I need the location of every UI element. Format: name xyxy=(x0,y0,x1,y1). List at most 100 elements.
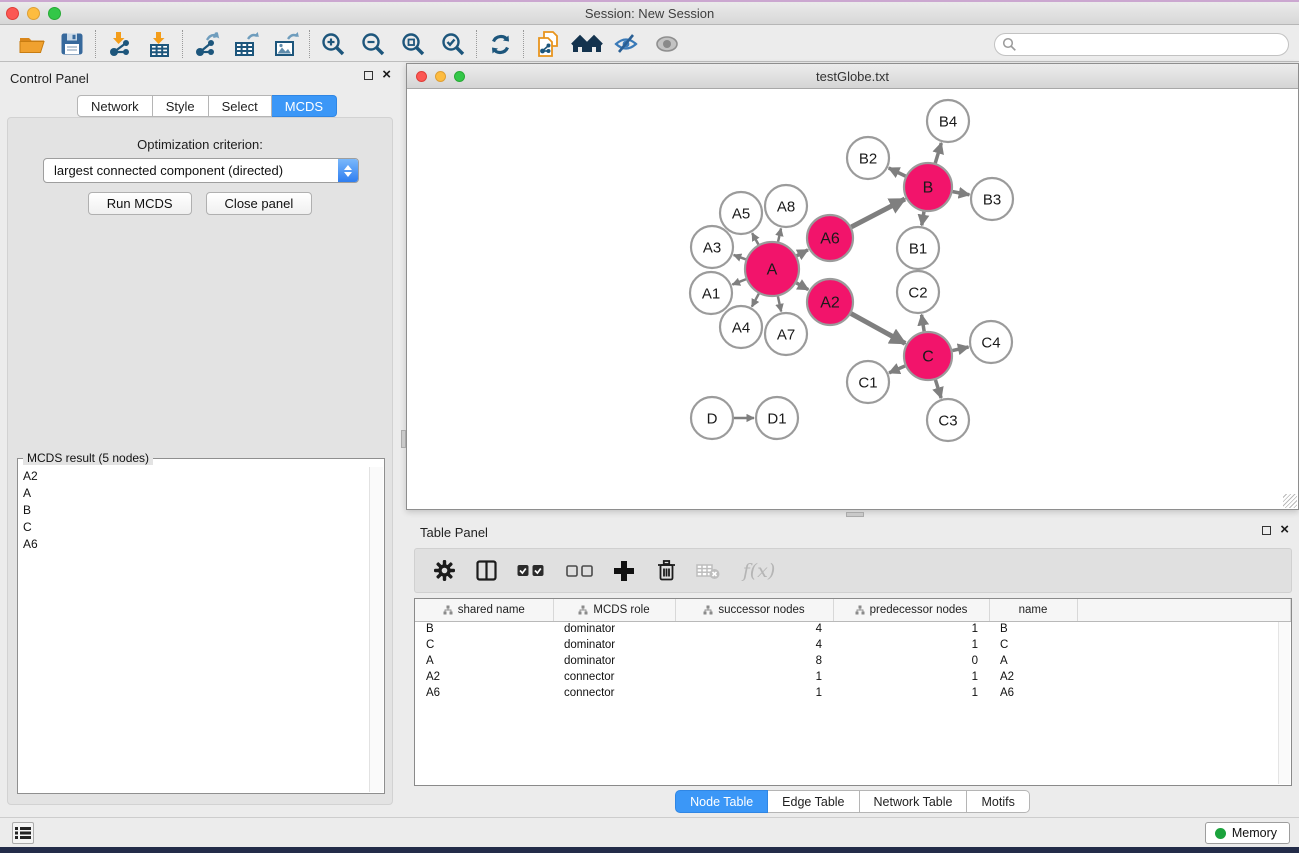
result-list-item[interactable]: B xyxy=(19,501,369,518)
graph-edge-A2-C[interactable] xyxy=(851,314,905,344)
close-panel-button[interactable]: Close panel xyxy=(206,192,313,215)
run-mcds-button[interactable]: Run MCDS xyxy=(88,192,192,215)
graph-edge-A6-B[interactable] xyxy=(851,199,905,227)
close-panel-icon[interactable]: × xyxy=(382,70,391,80)
table-row[interactable]: A6connector11A6 xyxy=(415,685,1291,701)
network-canvas[interactable]: AA1A2A3A4A5A6A7A8BB1B2B3B4CC1C2C3C4DD1 xyxy=(407,89,1298,509)
cell-mcds_role[interactable]: connector xyxy=(553,685,675,701)
function-builder-button[interactable]: f(x) xyxy=(737,558,781,584)
cell-shared_name[interactable]: C xyxy=(415,637,553,653)
table-row[interactable]: Adominator80A xyxy=(415,653,1291,669)
show-columns-button[interactable] xyxy=(473,558,499,584)
tab-style[interactable]: Style xyxy=(153,95,209,117)
graph-edge-C-C3[interactable] xyxy=(935,380,941,398)
first-neighbors-button[interactable] xyxy=(567,29,607,59)
export-image-button[interactable] xyxy=(266,29,306,59)
graph-edge-A-A7[interactable] xyxy=(778,296,781,311)
delete-column-button[interactable] xyxy=(653,558,679,584)
close-panel-icon[interactable]: × xyxy=(1280,525,1289,535)
column-header-predecessor-nodes[interactable]: predecessor nodes xyxy=(833,599,989,621)
cell-name[interactable]: A xyxy=(989,653,1077,669)
table-settings-button[interactable] xyxy=(431,558,457,584)
graph-node-C2[interactable]: C2 xyxy=(897,271,939,313)
select-all-columns-button[interactable] xyxy=(515,558,547,584)
graph-edge-C-C1[interactable] xyxy=(889,366,905,373)
import-table-button[interactable] xyxy=(139,29,179,59)
cell-shared_name[interactable]: A2 xyxy=(415,669,553,685)
graph-node-A[interactable]: A xyxy=(745,242,799,296)
graph-node-D1[interactable]: D1 xyxy=(756,397,798,439)
zoom-selected-button[interactable] xyxy=(433,29,473,59)
graph-node-A8[interactable]: A8 xyxy=(765,185,807,227)
unselect-all-columns-button[interactable] xyxy=(563,558,595,584)
result-list-scrollbar[interactable] xyxy=(369,467,383,792)
graph-edge-A-A1[interactable] xyxy=(732,279,746,284)
cell-name[interactable]: A2 xyxy=(989,669,1077,685)
column-header-MCDS-role[interactable]: MCDS role xyxy=(553,599,675,621)
window-resize-grip[interactable] xyxy=(1283,494,1297,508)
graph-node-C4[interactable]: C4 xyxy=(970,321,1012,363)
column-header-successor-nodes[interactable]: successor nodes xyxy=(675,599,833,621)
import-network-button[interactable] xyxy=(99,29,139,59)
new-network-from-selection-button[interactable] xyxy=(527,29,567,59)
result-list-item[interactable]: A xyxy=(19,484,369,501)
cell-mcds_role[interactable]: dominator xyxy=(553,653,675,669)
graph-node-B1[interactable]: B1 xyxy=(897,227,939,269)
optimization-criterion-dropdown[interactable]: largest connected component (directed) xyxy=(43,158,359,183)
cell-successor[interactable]: 1 xyxy=(675,685,833,701)
graph-edge-A-A4[interactable] xyxy=(752,294,759,307)
graph-node-D[interactable]: D xyxy=(691,397,733,439)
cell-predecessor[interactable]: 0 xyxy=(833,653,989,669)
search-input[interactable] xyxy=(994,33,1289,56)
graph-edge-C-C4[interactable] xyxy=(952,347,968,351)
cell-shared_name[interactable]: B xyxy=(415,621,553,637)
table-row[interactable]: A2connector11A2 xyxy=(415,669,1291,685)
cell-predecessor[interactable]: 1 xyxy=(833,669,989,685)
graph-node-A2[interactable]: A2 xyxy=(807,279,853,325)
cell-successor[interactable]: 8 xyxy=(675,653,833,669)
tab-node-table[interactable]: Node Table xyxy=(675,790,768,813)
vertical-splitter-handle[interactable] xyxy=(401,430,406,448)
graph-node-B4[interactable]: B4 xyxy=(927,100,969,142)
save-session-button[interactable] xyxy=(52,29,92,59)
float-panel-icon[interactable] xyxy=(1262,526,1271,535)
graph-node-C[interactable]: C xyxy=(904,332,952,380)
cell-mcds_role[interactable]: dominator xyxy=(553,621,675,637)
cell-mcds_role[interactable]: connector xyxy=(553,669,675,685)
cell-shared_name[interactable]: A6 xyxy=(415,685,553,701)
cell-predecessor[interactable]: 1 xyxy=(833,621,989,637)
graph-edge-A-A2[interactable] xyxy=(796,283,808,290)
result-list-item[interactable]: A6 xyxy=(19,535,369,552)
export-network-button[interactable] xyxy=(186,29,226,59)
graph-node-A6[interactable]: A6 xyxy=(807,215,853,261)
graph-node-C1[interactable]: C1 xyxy=(847,361,889,403)
graph-node-A7[interactable]: A7 xyxy=(765,313,807,355)
graph-edge-A-A5[interactable] xyxy=(752,233,758,244)
tab-select[interactable]: Select xyxy=(209,95,272,117)
zoom-in-button[interactable] xyxy=(313,29,353,59)
graph-edge-A-A8[interactable] xyxy=(778,228,781,241)
cell-successor[interactable]: 4 xyxy=(675,621,833,637)
graph-edge-B-B3[interactable] xyxy=(953,192,970,195)
export-table-button[interactable] xyxy=(226,29,266,59)
cell-mcds_role[interactable]: dominator xyxy=(553,637,675,653)
graph-node-B2[interactable]: B2 xyxy=(847,137,889,179)
zoom-fit-button[interactable] xyxy=(393,29,433,59)
graph-node-A1[interactable]: A1 xyxy=(690,272,732,314)
tab-motifs[interactable]: Motifs xyxy=(967,790,1029,813)
graph-node-B[interactable]: B xyxy=(904,163,952,211)
cell-predecessor[interactable]: 1 xyxy=(833,637,989,653)
open-session-button[interactable] xyxy=(12,29,52,59)
cell-successor[interactable]: 1 xyxy=(675,669,833,685)
memory-button[interactable]: Memory xyxy=(1205,822,1290,844)
cell-name[interactable]: B xyxy=(989,621,1077,637)
graph-edge-A-A6[interactable] xyxy=(797,250,808,256)
cell-successor[interactable]: 4 xyxy=(675,637,833,653)
graph-edge-B-B1[interactable] xyxy=(922,212,924,226)
graph-node-C3[interactable]: C3 xyxy=(927,399,969,441)
graph-edge-B-B4[interactable] xyxy=(935,143,941,163)
show-all-button[interactable] xyxy=(647,29,687,59)
column-header-name[interactable]: name xyxy=(989,599,1077,621)
tab-network[interactable]: Network xyxy=(77,95,153,117)
column-header-shared-name[interactable]: shared name xyxy=(415,599,553,621)
